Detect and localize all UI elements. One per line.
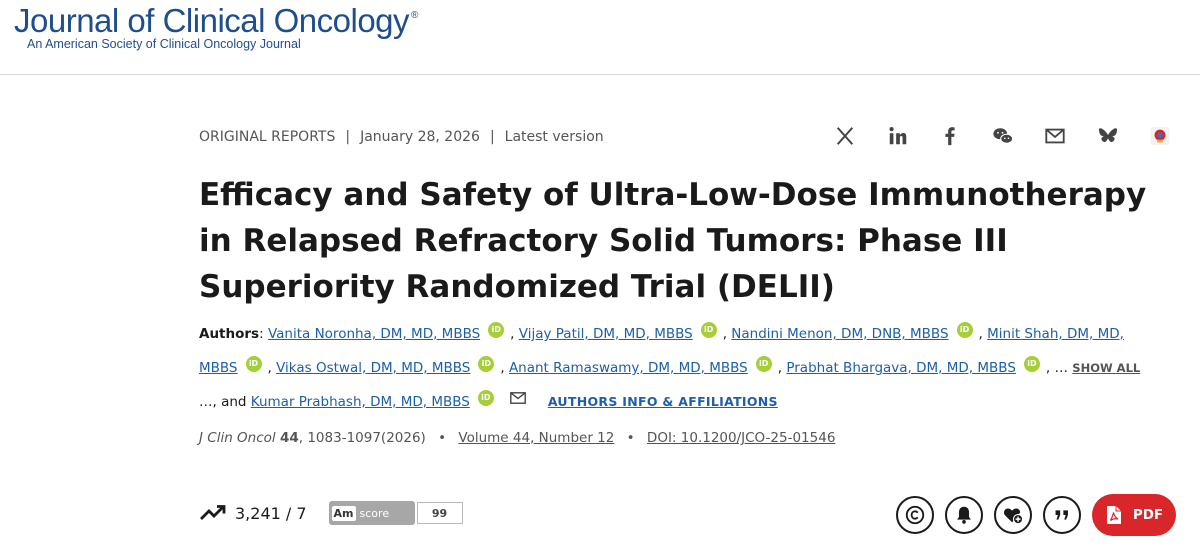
show-all-authors-button[interactable]: SHOW ALL [1072, 361, 1140, 375]
author-comma: , [500, 360, 505, 376]
orcid-icon[interactable]: iD [1023, 356, 1040, 372]
x-icon[interactable] [830, 121, 860, 151]
linkedin-icon[interactable] [883, 121, 913, 151]
article-meta: ORIGINAL REPORTS | January 28, 2026 | La… [199, 129, 604, 145]
orcid-icon[interactable]: iD [245, 356, 262, 372]
orcid-icon[interactable]: iD [488, 322, 505, 338]
author-comma: , [722, 326, 727, 342]
heart-plus-icon [1004, 508, 1024, 525]
article-actions: PDF [896, 494, 1176, 536]
permissions-button[interactable] [896, 496, 934, 534]
orcid-icon[interactable]: iD [477, 390, 494, 406]
author-link[interactable]: Vikas Ostwal, DM, MD, MBBS [276, 360, 470, 376]
site-header: Journal of Clinical Oncology ® An America… [0, 0, 1200, 75]
authors-label: Authors [199, 326, 260, 342]
facebook-icon[interactable] [935, 121, 965, 151]
article-title: Efficacy and Safety of Ultra-Low-Dose Im… [199, 177, 1147, 305]
share-toolbar [830, 121, 1198, 151]
volume-issue-link[interactable]: Volume 44, Number 12 [458, 430, 614, 446]
altmetric-label-box: Am score [328, 501, 415, 525]
views-count: 3,241 / 7 [235, 503, 307, 523]
orcid-icon[interactable]: iD [755, 356, 772, 372]
article-version: Latest version [504, 129, 604, 145]
orcid-icon[interactable]: iD [700, 322, 717, 338]
pdf-download-button[interactable]: PDF [1092, 494, 1176, 536]
author-comma: , [777, 360, 783, 376]
wechat-icon[interactable] [988, 121, 1018, 151]
author-ellipsis: … [199, 394, 213, 410]
alerts-button[interactable] [945, 496, 983, 534]
citation-line: J Clin Oncol 44, 1083-1097(2026) • Volum… [199, 430, 835, 446]
author-comma: , [510, 326, 515, 342]
authors-block: Authors: Vanita Noronha, DM, MD, MBBS iD,… [199, 317, 1159, 419]
meta-separator: | [489, 129, 495, 145]
authors-colon: : [259, 326, 264, 342]
article-date: January 28, 2026 [360, 129, 480, 145]
meta-separator: | [345, 129, 351, 145]
doi-link[interactable]: DOI: 10.1200/JCO-25-01546 [647, 430, 836, 446]
author-link[interactable]: Vanita Noronha, DM, MD, MBBS [268, 326, 480, 342]
author-link[interactable]: Prabhat Bhargava, DM, MD, MBBS [786, 360, 1016, 376]
author-link[interactable]: Kumar Prabhash, DM, MD, MBBS [251, 394, 470, 410]
altmetric-am: Am [331, 505, 356, 521]
pdf-label: PDF [1132, 507, 1164, 523]
altmetric-badge[interactable]: Am score 99 [328, 501, 463, 525]
author-link[interactable]: Anant Ramaswamy, DM, MD, MBBS [509, 360, 748, 376]
article-type: ORIGINAL REPORTS [199, 129, 336, 145]
author-link[interactable]: Vijay Patil, DM, MD, MBBS [519, 326, 693, 342]
pdf-file-icon [1106, 506, 1121, 524]
altmetric-score: 99 [416, 502, 463, 524]
quote-icon [1055, 510, 1068, 520]
article-metrics: 3,241 / 7 Am score 99 [199, 501, 463, 525]
altmetric-score-label: score [359, 506, 390, 520]
orcid-icon[interactable]: iD [478, 356, 495, 372]
journal-logo[interactable]: Journal of Clinical Oncology ® [14, 2, 418, 40]
journal-tagline: An American Society of Clinical Oncology… [27, 37, 301, 51]
copyright-icon [905, 505, 925, 525]
cite-button[interactable] [1043, 496, 1081, 534]
author-comma: , … [1045, 360, 1068, 376]
author-comma: , [978, 326, 983, 342]
author-comma: , [267, 360, 272, 376]
registered-mark: ® [411, 10, 418, 21]
corresponding-email-icon[interactable] [509, 392, 526, 404]
author-and: , and [212, 394, 247, 410]
author-link[interactable]: Nandini Menon, DM, DNB, MBBS [731, 326, 948, 342]
citation-bullet: • [626, 430, 635, 446]
orcid-icon[interactable]: iD [956, 322, 973, 338]
journal-logo-text: Journal of Clinical Oncology [14, 2, 410, 39]
bell-icon [957, 506, 971, 524]
email-icon[interactable] [1040, 121, 1070, 151]
add-favorite-button[interactable] [994, 496, 1032, 534]
bluesky-icon[interactable] [1093, 121, 1123, 151]
journal-abbrev: J Clin Oncol [199, 430, 276, 446]
authors-affiliations-link[interactable]: AUTHORS INFO & AFFILIATIONS [548, 394, 778, 409]
citation-pages: , 1083-1097(2026) [298, 430, 426, 446]
citation-volume: 44 [279, 430, 299, 446]
mendeley-icon[interactable] [1145, 121, 1175, 151]
citation-bullet: • [438, 430, 447, 446]
trending-up-icon [200, 505, 226, 520]
